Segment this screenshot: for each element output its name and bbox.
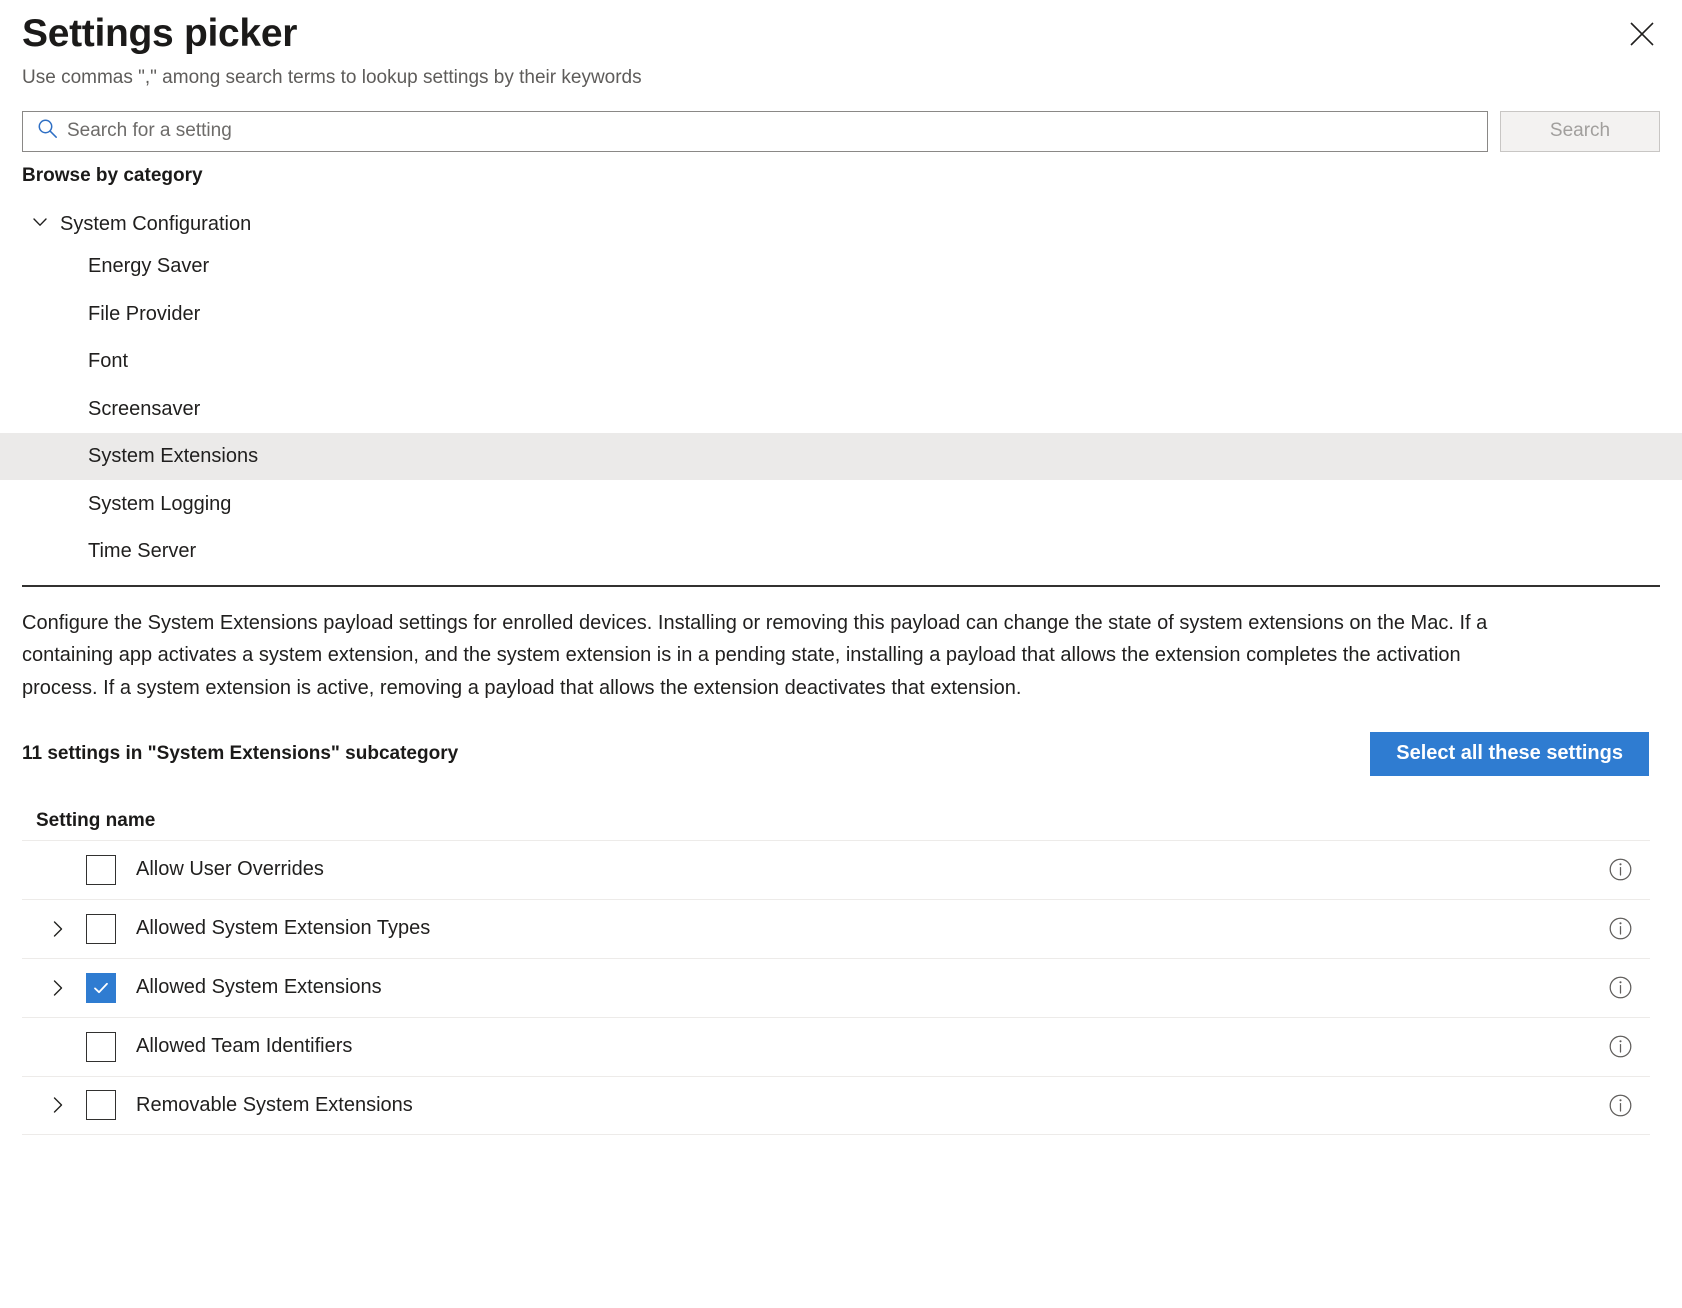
table-header-row: Setting name bbox=[0, 802, 1682, 840]
checkbox-allowed-team-identifiers[interactable] bbox=[86, 1031, 116, 1062]
sidebar-item-screensaver[interactable]: Screensaver bbox=[0, 385, 1682, 433]
search-input[interactable] bbox=[67, 120, 1477, 143]
sidebar-item-font[interactable]: Font bbox=[0, 338, 1682, 386]
expand-chevron-right-icon[interactable] bbox=[36, 959, 80, 1017]
expand-placeholder bbox=[36, 841, 80, 899]
dialog-header: Settings picker Use commas "," among sea… bbox=[0, 0, 1682, 90]
page-subtitle: Use commas "," among search terms to loo… bbox=[22, 67, 642, 88]
search-box[interactable] bbox=[22, 110, 1488, 152]
row-label: Allow User Overrides bbox=[136, 858, 324, 881]
checkbox-allowed-system-extensions[interactable] bbox=[86, 972, 116, 1003]
page-title: Settings picker bbox=[22, 12, 298, 55]
table-row[interactable]: Removable System Extensions bbox=[22, 1075, 1650, 1135]
row-label: Removable System Extensions bbox=[136, 1093, 413, 1116]
checkbox-allow-user-overrides[interactable] bbox=[86, 854, 116, 885]
row-label: Allowed System Extensions bbox=[136, 976, 382, 999]
close-button[interactable] bbox=[1624, 16, 1660, 52]
info-icon[interactable] bbox=[1590, 1093, 1650, 1118]
tree-item-label: System Logging bbox=[88, 492, 232, 515]
column-header-setting-name: Setting name bbox=[36, 809, 156, 831]
info-icon[interactable] bbox=[1590, 916, 1650, 941]
tree-item-label: Font bbox=[88, 350, 129, 373]
payload-description: Configure the System Extensions payload … bbox=[22, 611, 1488, 699]
section-divider bbox=[22, 584, 1660, 587]
search-button[interactable]: Search bbox=[1500, 110, 1660, 152]
tree-item-label: File Provider bbox=[88, 302, 201, 325]
tree-item-label: System Extensions bbox=[88, 445, 259, 468]
checkbox-removable-system-extensions[interactable] bbox=[86, 1090, 116, 1121]
expand-chevron-right-icon[interactable] bbox=[36, 1077, 80, 1134]
settings-count-label: 11 settings in "System Extensions" subca… bbox=[22, 742, 459, 764]
row-label: Allowed System Extension Types bbox=[136, 917, 431, 940]
search-icon bbox=[37, 118, 58, 144]
info-icon[interactable] bbox=[1590, 1034, 1650, 1059]
row-checkbox-cell[interactable] bbox=[80, 1031, 136, 1062]
info-icon[interactable] bbox=[1590, 975, 1650, 1000]
table-row[interactable]: Allowed Team Identifiers bbox=[22, 1016, 1650, 1076]
table-row[interactable]: Allowed System Extension Types bbox=[22, 898, 1650, 958]
table-row[interactable]: Allowed System Extensions bbox=[22, 957, 1650, 1017]
info-icon[interactable] bbox=[1590, 857, 1650, 882]
sidebar-item-energy-saver[interactable]: Energy Saver bbox=[0, 243, 1682, 291]
row-checkbox-cell[interactable] bbox=[80, 913, 136, 944]
tree-item-label: Energy Saver bbox=[88, 255, 210, 278]
sidebar-item-file-provider[interactable]: File Provider bbox=[0, 290, 1682, 338]
expand-placeholder bbox=[36, 1018, 80, 1076]
search-row: Search bbox=[0, 110, 1682, 152]
expand-chevron-right-icon[interactable] bbox=[36, 900, 80, 958]
row-label: Allowed Team Identifiers bbox=[136, 1035, 353, 1058]
close-icon bbox=[1629, 21, 1655, 47]
row-checkbox-cell[interactable] bbox=[80, 972, 136, 1003]
row-checkbox-cell[interactable] bbox=[80, 1090, 136, 1121]
sidebar-item-system-extensions[interactable]: System Extensions bbox=[0, 432, 1682, 481]
chevron-down-icon bbox=[30, 212, 50, 237]
table-row[interactable]: Allow User Overrides bbox=[22, 839, 1650, 899]
row-checkbox-cell[interactable] bbox=[80, 854, 136, 885]
select-all-settings-button[interactable]: Select all these settings bbox=[1370, 731, 1649, 776]
checkbox-allowed-system-extension-types[interactable] bbox=[86, 913, 116, 944]
tree-group-label: System Configuration bbox=[60, 213, 252, 236]
tree-item-label: Time Server bbox=[88, 540, 197, 563]
settings-table: Setting name Allow User Overrides Allowe… bbox=[0, 802, 1682, 1135]
sidebar-item-time-server[interactable]: Time Server bbox=[0, 528, 1682, 576]
settings-count-row: 11 settings in "System Extensions" subca… bbox=[0, 731, 1682, 776]
sidebar-item-system-logging[interactable]: System Logging bbox=[0, 480, 1682, 528]
tree-item-label: Screensaver bbox=[88, 397, 201, 420]
category-tree: System Configuration Energy Saver File P… bbox=[0, 207, 1682, 585]
tree-group-system-configuration[interactable]: System Configuration bbox=[0, 207, 1682, 243]
browse-by-category-label: Browse by category bbox=[22, 164, 203, 186]
